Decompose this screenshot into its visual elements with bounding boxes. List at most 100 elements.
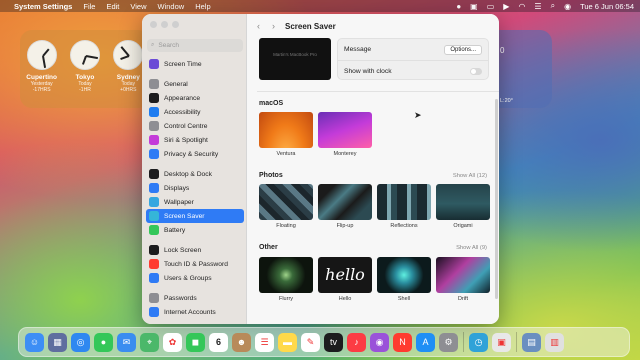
sidebar-item-appearance[interactable]: Appearance [146, 91, 244, 105]
back-chevron-icon[interactable]: ‹ [257, 21, 260, 31]
flip-up-thumbnail [318, 184, 372, 220]
sidebar-item-wallpaper[interactable]: Wallpaper [146, 195, 244, 209]
minimize-button[interactable] [161, 21, 168, 28]
reflections-thumbnail [377, 184, 431, 220]
world-clock-widget[interactable]: Cupertino Yesterday -17HRS Tokyo Today -… [20, 30, 150, 108]
clock-city: Cupertino [26, 74, 57, 81]
show-clock-toggle[interactable] [470, 67, 482, 75]
control-centre-icon[interactable]: ☰ [534, 2, 541, 11]
menu-help[interactable]: Help [195, 2, 210, 11]
menu-app-name[interactable]: System Settings [14, 2, 72, 11]
forward-chevron-icon[interactable]: › [272, 21, 275, 31]
zoom-button[interactable] [172, 21, 179, 28]
status-play-icon[interactable]: ▶ [503, 2, 509, 11]
sidebar-item-touch-id-password[interactable]: Touch ID & Password [146, 257, 244, 271]
sidebar-item-label: Displays [164, 184, 190, 192]
sidebar-item-displays[interactable]: Displays [146, 181, 244, 195]
sidebar-item-privacy-security[interactable]: Privacy & Security [146, 147, 244, 161]
maps-icon[interactable]: ⌖ [140, 332, 159, 352]
status-display-icon[interactable]: ▭ [487, 2, 495, 11]
podcasts-icon[interactable]: ◉ [370, 332, 389, 352]
downloads-icon[interactable]: ▤ [522, 332, 541, 352]
hello-thumbnail: hello [318, 257, 372, 293]
search-field[interactable]: ⌕ Search [147, 39, 243, 52]
thumb-label: Flurry [278, 296, 294, 302]
key-icon [149, 293, 159, 303]
status-bag-icon[interactable]: ▣ [470, 2, 478, 11]
saver-flip-up[interactable]: Flip-up [318, 184, 372, 229]
contacts-icon[interactable]: ☻ [232, 332, 251, 352]
close-button[interactable] [150, 21, 157, 28]
messages-icon[interactable]: ● [94, 332, 113, 352]
clock-row: Show with clock [338, 60, 488, 81]
sidebar-item-label: Lock Screen [164, 246, 202, 254]
safari-icon[interactable]: ◎ [71, 332, 90, 352]
scrollbar[interactable] [495, 99, 498, 299]
show-clock-label: Show with clock [344, 67, 392, 75]
freeform-icon[interactable]: ✎ [301, 332, 320, 352]
calendar-icon[interactable]: 6 [209, 332, 228, 352]
menubar-clock[interactable]: Tue 6 Jun 06:54 [580, 2, 634, 11]
sidebar-item-users-groups[interactable]: Users & Groups [146, 271, 244, 285]
clock-face-icon [69, 40, 100, 70]
shell-thumbnail [377, 257, 431, 293]
saver-shell[interactable]: Shell [377, 257, 431, 302]
preview-label: Martin's MacBook Pro [273, 52, 317, 57]
siri-icon[interactable]: ◉ [564, 2, 571, 11]
mail-icon[interactable]: ✉ [117, 332, 136, 352]
finder-icon[interactable]: ☺ [25, 332, 44, 352]
origami-thumbnail [436, 184, 490, 220]
photos-icon[interactable]: ✿ [163, 332, 182, 352]
gear-icon [149, 79, 159, 89]
menu-window[interactable]: Window [158, 2, 185, 11]
other-show-all[interactable]: Show All (9) [456, 245, 487, 251]
saver-hello[interactable]: hello Hello [318, 257, 372, 302]
system-settings-icon[interactable]: ⚙ [439, 332, 458, 352]
options-button[interactable]: Options... [444, 44, 482, 55]
wifi-icon[interactable]: ◠ [518, 2, 525, 11]
sidebar-item-siri-spotlight[interactable]: Siri & Spotlight [146, 133, 244, 147]
sidebar-item-control-centre[interactable]: Control Centre [146, 119, 244, 133]
facetime-icon[interactable]: ◼ [186, 332, 205, 352]
tv-icon[interactable]: tv [324, 332, 343, 352]
launchpad-icon[interactable]: ▦ [48, 332, 67, 352]
menu-file[interactable]: File [83, 2, 95, 11]
sidebar-item-label: General [164, 80, 188, 88]
thumb-label: Floating [276, 223, 296, 229]
dock-separator [463, 332, 464, 352]
photos-show-all[interactable]: Show All (12) [453, 173, 487, 179]
sidebar-item-battery[interactable]: Battery [146, 223, 244, 237]
reminders-icon[interactable]: ☰ [255, 332, 274, 352]
saver-origami[interactable]: Origami [436, 184, 490, 229]
saver-flurry[interactable]: Flurry [259, 257, 313, 302]
music-icon[interactable]: ♪ [347, 332, 366, 352]
saver-ventura[interactable]: Ventura [259, 112, 313, 157]
saver-reflections[interactable]: Reflections [377, 184, 431, 229]
menu-view[interactable]: View [130, 2, 146, 11]
users-icon [149, 273, 159, 283]
thumb-label: Hello [338, 296, 352, 302]
saver-drift[interactable]: Drift [436, 257, 490, 302]
clock-cupertino: Cupertino Yesterday -17HRS [24, 40, 60, 108]
menu-edit[interactable]: Edit [106, 2, 119, 11]
appstore-icon[interactable]: A [416, 332, 435, 352]
preview-icon[interactable]: ▣ [492, 332, 511, 352]
saver-monterey[interactable]: Monterey [318, 112, 372, 157]
notes-icon[interactable]: ▬ [278, 332, 297, 352]
search-icon[interactable]: ⌕ [551, 1, 555, 11]
sidebar-item-desktop-dock[interactable]: Desktop & Dock [146, 167, 244, 181]
sidebar-item-internet-accounts[interactable]: Internet Accounts [146, 305, 244, 319]
sidebar-item-accessibility[interactable]: Accessibility [146, 105, 244, 119]
sidebar-item-label: Touch ID & Password [164, 260, 228, 268]
status-record-icon[interactable]: ● [456, 2, 461, 11]
sidebar-item-lock-screen[interactable]: Lock Screen [146, 243, 244, 257]
time-machine-icon[interactable]: ◷ [469, 332, 488, 352]
saver-floating[interactable]: Floating [259, 184, 313, 229]
weather-temp: 0 [500, 46, 505, 55]
news-icon[interactable]: N [393, 332, 412, 352]
sidebar-item-screen-time[interactable]: Screen Time [146, 57, 244, 71]
trash-icon[interactable]: ▥ [545, 332, 564, 352]
sidebar-item-general[interactable]: General [146, 77, 244, 91]
sidebar-item-passwords[interactable]: Passwords [146, 291, 244, 305]
sidebar-item-screen-saver[interactable]: Screen Saver [146, 209, 244, 223]
